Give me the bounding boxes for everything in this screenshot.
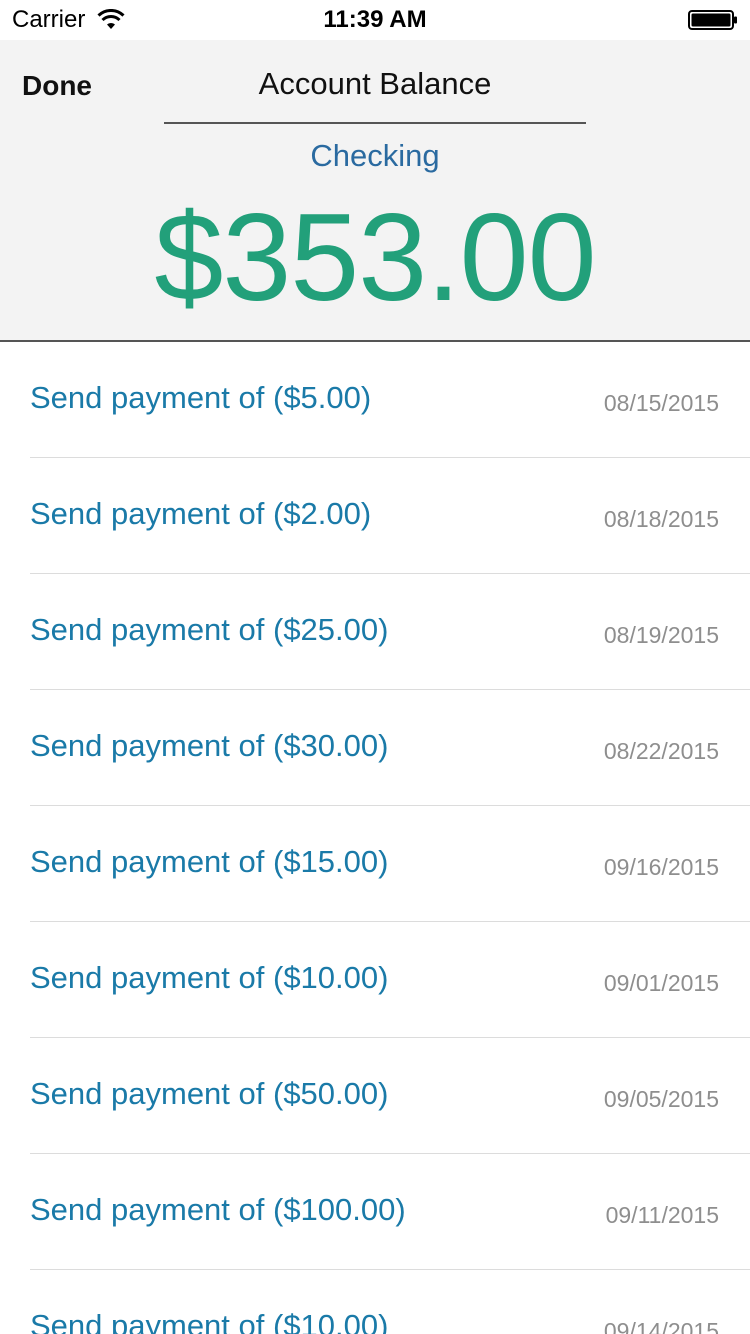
- transaction-date: 08/19/2015: [603, 622, 719, 648]
- battery-icon: [688, 10, 737, 30]
- transaction-label: Send payment of ($50.00): [30, 1076, 389, 1111]
- transaction-label: Send payment of ($100.00): [30, 1192, 406, 1227]
- transaction-label: Send payment of ($25.00): [30, 612, 389, 647]
- transaction-date: 09/14/2015: [603, 1318, 719, 1334]
- transaction-label: Send payment of ($15.00): [30, 844, 389, 879]
- transaction-date: 09/16/2015: [603, 854, 719, 880]
- transaction-row[interactable]: Send payment of ($10.00) 09/01/2015: [30, 922, 750, 1038]
- transaction-row[interactable]: Send payment of ($2.00) 08/18/2015: [30, 458, 750, 574]
- transaction-date: 09/11/2015: [605, 1202, 719, 1228]
- transaction-date: 09/01/2015: [603, 970, 719, 996]
- transaction-label: Send payment of ($30.00): [30, 728, 389, 763]
- account-name: Checking: [310, 138, 440, 173]
- transaction-date: 08/18/2015: [603, 506, 719, 532]
- transaction-row[interactable]: Send payment of ($25.00) 08/19/2015: [30, 574, 750, 690]
- transaction-row[interactable]: Send payment of ($100.00) 09/11/2015: [30, 1154, 750, 1270]
- transaction-row[interactable]: Send payment of ($5.00) 08/15/2015: [30, 342, 750, 458]
- title-divider: [164, 122, 586, 124]
- status-time: 11:39 AM: [323, 6, 427, 33]
- transaction-label: Send payment of ($10.00): [30, 960, 389, 995]
- transaction-row[interactable]: Send payment of ($10.00) 09/14/2015: [30, 1270, 750, 1334]
- page-title: Account Balance: [258, 66, 492, 101]
- transaction-row[interactable]: Send payment of ($15.00) 09/16/2015: [30, 806, 750, 922]
- transaction-label: Send payment of ($2.00): [30, 496, 372, 531]
- balance-amount: $353.00: [154, 189, 596, 327]
- transaction-label: Send payment of ($10.00): [30, 1308, 389, 1334]
- transaction-list: Send payment of ($5.00) 08/15/2015 Send …: [0, 342, 750, 1334]
- transaction-date: 09/05/2015: [603, 1086, 719, 1112]
- transaction-label: Send payment of ($5.00): [30, 380, 372, 415]
- balance-header: Done Account Balance Checking $353.00: [0, 40, 750, 342]
- screen: Carrier 11:39 AM Done Account Balance Ch…: [0, 0, 750, 1334]
- transaction-date: 08/22/2015: [603, 738, 719, 764]
- transaction-row[interactable]: Send payment of ($30.00) 08/22/2015: [30, 690, 750, 806]
- status-bar: Carrier 11:39 AM: [0, 0, 750, 40]
- transaction-row[interactable]: Send payment of ($50.00) 09/05/2015: [30, 1038, 750, 1154]
- transaction-date: 08/15/2015: [603, 390, 719, 416]
